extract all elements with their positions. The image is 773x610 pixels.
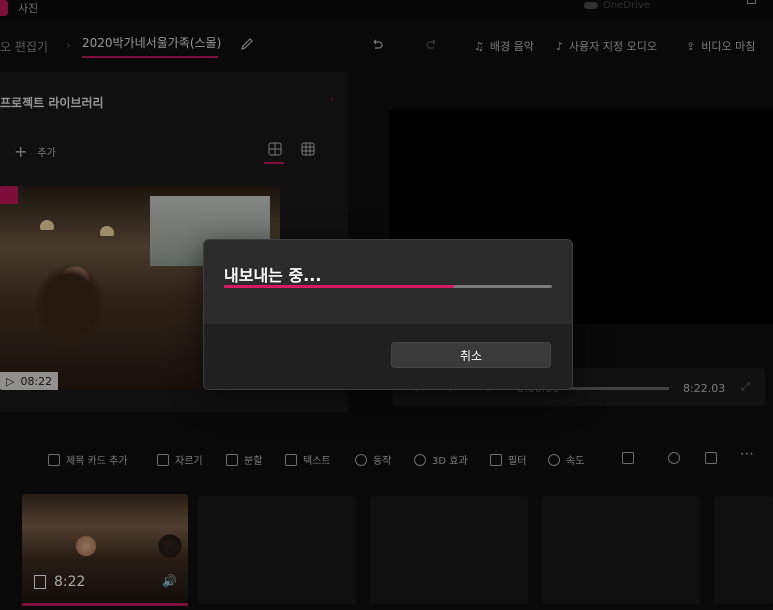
dialog-footer: 취소 xyxy=(204,324,572,389)
dialog-title: 내보내는 중... xyxy=(224,266,322,285)
export-progress-fill xyxy=(224,285,454,288)
export-progress-bar xyxy=(224,285,552,288)
cancel-button[interactable]: 취소 xyxy=(391,342,551,368)
export-dialog: 내보내는 중... 취소 xyxy=(203,239,573,390)
